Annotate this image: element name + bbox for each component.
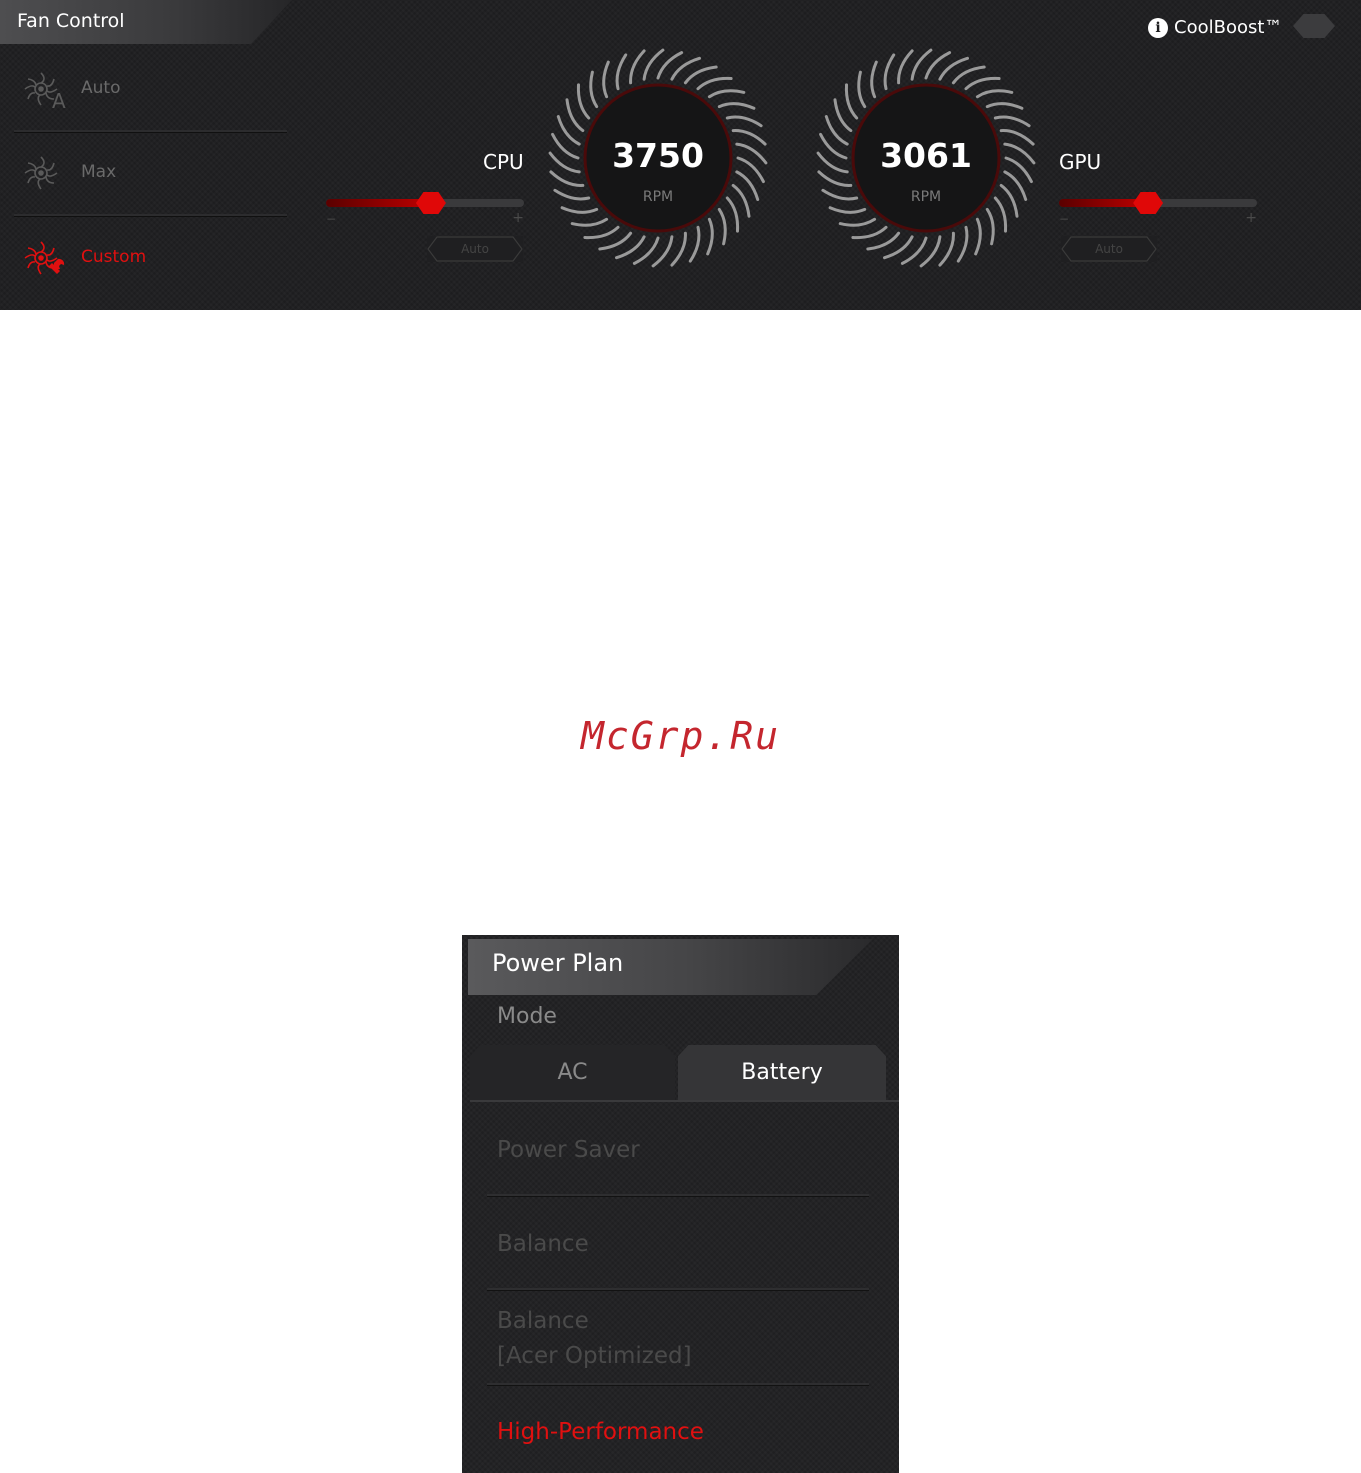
fan-blade: [560, 206, 599, 214]
slider-plus: +: [512, 210, 524, 226]
info-icon[interactable]: i: [1148, 18, 1168, 38]
slider-plus: +: [1245, 210, 1257, 226]
fan-blade: [615, 53, 628, 91]
plan-balance-acer-label: Balance: [497, 1308, 589, 1334]
gpu-auto-label: Auto: [1095, 242, 1123, 256]
divider: [14, 130, 287, 133]
fan-blade: [706, 217, 714, 256]
divider: [487, 1288, 869, 1291]
coolboost-label: CoolBoost™: [1174, 17, 1283, 38]
gpu-fan-slider[interactable]: − +: [1059, 188, 1257, 226]
gpu-label: GPU: [1059, 150, 1102, 174]
cpu-auto-label: Auto: [461, 242, 489, 256]
fan-mode-custom[interactable]: Custom: [22, 239, 287, 279]
fan-blade: [838, 217, 877, 227]
plan-power-saver[interactable]: Power Saver: [497, 1133, 640, 1168]
gpu-rpm-gauge: 3061 RPM: [816, 48, 1036, 268]
cpu-rpm-unit: RPM: [642, 189, 674, 205]
fan-mode-max[interactable]: Max: [22, 154, 287, 194]
fan-blade: [632, 236, 660, 265]
tab-battery-label: Battery: [741, 1060, 823, 1085]
divider: [487, 1194, 869, 1197]
divider: [487, 1383, 869, 1386]
power-plan-title: Power Plan: [492, 949, 624, 977]
fan-max-icon: [24, 156, 58, 190]
fan-blade: [897, 49, 914, 85]
fan-mode-auto-label: Auto: [81, 78, 121, 98]
fan-blade: [696, 76, 733, 91]
slider-fill: [326, 199, 431, 207]
fan-blade: [725, 115, 763, 128]
fan-mode-auto[interactable]: A Auto: [22, 70, 287, 110]
mode-label: Mode: [497, 1004, 557, 1029]
tab-ac-label: AC: [557, 1060, 588, 1085]
fan-blade: [717, 102, 756, 110]
fan-blade: [844, 83, 859, 120]
fan-blade: [656, 51, 684, 80]
fan-blade: [974, 217, 982, 256]
gpu-rpm-value: 3061: [880, 136, 972, 175]
fan-blade: [993, 115, 1031, 128]
gpu-rpm-unit: RPM: [910, 189, 942, 205]
fan-blade: [883, 235, 914, 260]
plan-balance-acer-sublabel: [Acer Optimized]: [497, 1343, 692, 1369]
fan-blade: [602, 60, 610, 99]
power-plan-panel: Power Plan Mode AC Battery Power Saver B…: [462, 935, 899, 1473]
coolboost-toggle[interactable]: [1293, 14, 1335, 38]
slider-minus: −: [326, 212, 337, 226]
plan-high-performance-label: High-Performance: [497, 1419, 704, 1445]
fan-blade: [938, 231, 955, 267]
fan-blade: [900, 236, 928, 265]
fan-blade: [629, 49, 646, 85]
plan-balance[interactable]: Balance: [497, 1227, 589, 1262]
cpu-rpm-value: 3750: [612, 136, 704, 175]
plan-balance-acer-optimized[interactable]: Balance [Acer Optimized]: [497, 1304, 692, 1374]
fan-blade: [956, 225, 969, 263]
gpu-auto-button[interactable]: Auto: [1061, 236, 1157, 262]
fan-blade: [583, 225, 620, 240]
fan-auto-icon: A: [24, 72, 66, 110]
fan-blade: [870, 60, 878, 99]
tab-ac[interactable]: AC: [470, 1045, 675, 1101]
plan-high-performance[interactable]: High-Performance: [497, 1415, 704, 1450]
tab-battery[interactable]: Battery: [678, 1045, 886, 1101]
fan-blade: [985, 102, 1024, 110]
cpu-auto-button[interactable]: Auto: [427, 236, 523, 262]
slider-minus: −: [1059, 212, 1070, 226]
fan-blade: [985, 207, 995, 246]
cpu-label: CPU: [483, 150, 524, 174]
slider-thumb[interactable]: [1133, 192, 1164, 214]
fan-blade: [828, 206, 867, 214]
fan-blade: [688, 225, 701, 263]
fan-blade: [615, 235, 646, 260]
fan-blade: [589, 70, 599, 109]
fan-blade: [975, 89, 1014, 99]
divider: [14, 214, 287, 217]
fan-control-title: Fan Control: [17, 10, 125, 32]
fan-blade: [670, 231, 687, 267]
fan-blade: [576, 83, 591, 120]
fan-blade: [670, 56, 701, 81]
cpu-fan-slider[interactable]: − +: [326, 188, 524, 226]
fan-blade: [964, 76, 1001, 91]
cpu-rpm-gauge: 3750 RPM: [548, 48, 768, 268]
fan-blade: [883, 53, 896, 91]
fan-blade: [857, 70, 867, 109]
tab-underline: [470, 1100, 899, 1102]
plan-balance-label: Balance: [497, 1231, 589, 1257]
fan-blade: [851, 225, 888, 240]
watermark: McGrp.Ru: [580, 714, 781, 758]
fan-blade: [570, 217, 609, 227]
fan-mode-max-label: Max: [81, 162, 117, 182]
fan-mode-custom-label: Custom: [81, 247, 147, 267]
fan-custom-icon: [24, 241, 65, 275]
fan-blade: [717, 207, 727, 246]
slider-thumb[interactable]: [415, 192, 446, 214]
plan-power-saver-label: Power Saver: [497, 1137, 640, 1163]
fan-blade: [938, 56, 969, 81]
fan-control-panel: Fan Control A Auto Max Custom CPU − + Au…: [0, 0, 1361, 310]
fan-blade: [924, 51, 952, 80]
svg-text:A: A: [52, 89, 66, 110]
fan-blade: [707, 89, 746, 99]
